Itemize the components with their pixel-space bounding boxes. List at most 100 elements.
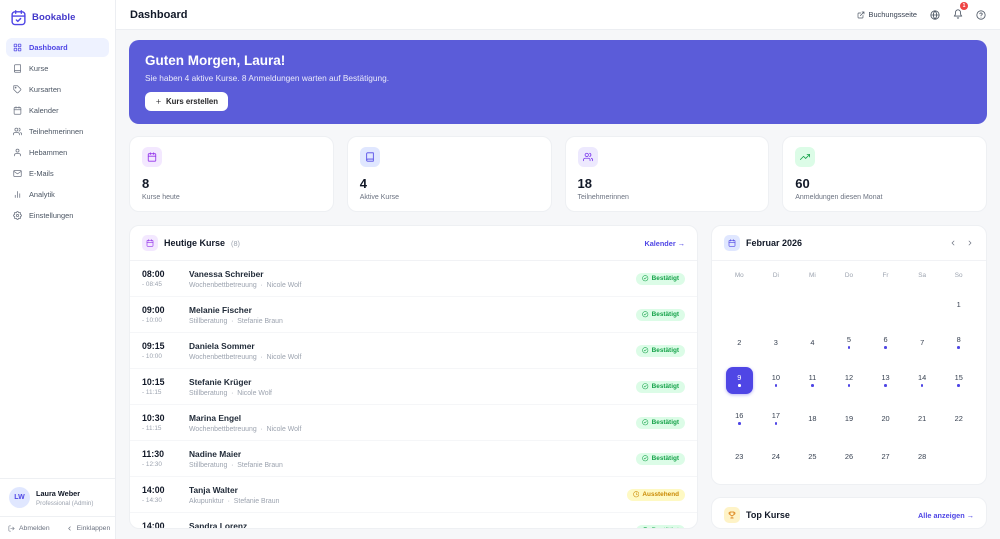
course-row[interactable]: 09:00 - 10:00 Melanie Fischer Stillberatung… [130,297,697,333]
stat-value: 4 [359,176,367,191]
calendar-day-12[interactable]: 12 [835,367,862,394]
stat-card-teilnehmerinnen: 18 Teilnehmerinnen [564,136,770,212]
empty-day-cell [721,285,758,323]
logout-button[interactable]: Abmelden [0,517,58,539]
sidebar-item-label: Einstellungen [29,211,74,220]
participant-name: Marina Engel [189,412,242,423]
help-icon[interactable] [976,9,986,20]
calendar-day-17[interactable]: 17 [762,405,789,432]
sidebar-item-einstellungen[interactable]: Einstellungen [6,206,109,225]
course-row[interactable]: 10:15 - 11:15 Stefanie Krüger Stillberatung… [130,369,697,405]
weekday-label: Do [844,272,854,279]
today-courses-count: (8) [231,238,240,248]
calendar-day-8[interactable]: 8 [945,329,972,356]
course-time: 11:30 [142,449,165,459]
calendar-day-27[interactable]: 27 [872,443,899,470]
check-circle-icon [642,275,649,282]
calendar-day-11[interactable]: 11 [799,367,826,394]
calendar-day-2[interactable]: 2 [726,329,753,356]
course-row[interactable]: 14:00- 15:00Sandra LorenzStillberatung ·… [130,513,697,528]
show-all-link[interactable]: Alle anzeigen → [918,511,974,520]
calendar-next-button[interactable] [966,239,974,247]
calendar-day-5[interactable]: 5 [835,329,862,356]
language-globe-icon[interactable] [930,9,940,20]
book-icon [365,152,375,162]
chevron-left-icon [66,525,73,532]
calendar-day-4[interactable]: 4 [799,329,826,356]
course-end-time: - 14:30 [142,497,162,504]
calendar-day-7[interactable]: 7 [909,329,936,356]
calendar-day-1[interactable]: 1 [945,291,972,318]
calendar-link[interactable]: Kalender → [644,239,685,248]
mail-icon [13,169,22,178]
calendar-day-15[interactable]: 15 [945,367,972,394]
sidebar-item-hebammen[interactable]: Hebammen [6,143,109,162]
calendar-day-24[interactable]: 24 [762,443,789,470]
calendar-day-13[interactable]: 13 [872,367,899,394]
course-row[interactable]: 14:00 - 14:30 Tanja Walter Akupunktur · Ste… [130,477,697,513]
trend-icon [800,152,811,162]
calendar-day-18[interactable]: 18 [799,405,826,432]
status-badge: Bestätigt [636,524,685,528]
event-dot [884,384,887,387]
top-courses-card: Top Kurse Alle anzeigen → 1Stillberatung… [711,497,987,529]
status-badge: Bestätigt [636,452,685,465]
stat-card-aktive-kurse: 4 Aktive Kurse [346,136,552,212]
check-circle-icon [642,527,649,528]
course-row[interactable]: 10:30 - 11:15 Marina Engel Wochenbettbetreu… [130,405,697,441]
participant-name: Stefanie Krüger [189,376,252,387]
calendar-day-20[interactable]: 20 [872,405,899,432]
status-badge: Bestätigt [636,308,685,321]
calendar-icon [728,239,736,247]
plus-icon [155,98,162,105]
sidebar-item-dashboard[interactable]: Dashboard [6,38,109,57]
calendar-day-9[interactable]: 9 [725,366,753,394]
stat-label: Kurse heute [142,194,180,201]
sidebar-item-kalender[interactable]: Kalender [6,101,109,120]
status-badge: Bestätigt [636,344,685,357]
course-row[interactable]: 08:00 - 08:45 Vanessa Schreiber Wochenbettb… [130,261,697,297]
calendar-day-26[interactable]: 26 [835,443,862,470]
calendar-day-14[interactable]: 14 [909,367,936,394]
calendar-day-3[interactable]: 3 [762,329,789,356]
sidebar-item-teilnehmerinnen[interactable]: Teilnehmerinnen [6,122,109,141]
sidebar-item-analytik[interactable]: Analytik [6,185,109,204]
calendar-day-16[interactable]: 16 [726,405,753,432]
course-meta: Stillberatung · Stefanie Braun [189,317,283,325]
sidebar-user[interactable]: LW Laura Weber Professional (Admin) [0,478,115,516]
sidebar-item-kursarten[interactable]: Kursarten [6,80,109,99]
logout-label: Abmelden [19,524,50,532]
gear-icon [13,211,22,220]
status-badge: Bestätigt [636,272,685,285]
clock-icon [633,491,640,498]
chart-icon [13,190,22,199]
notifications-button[interactable]: 1 [953,1,968,24]
sidebar-item-label: Analytik [29,190,55,199]
greeting-banner: Guten Morgen, Laura! Sie haben 4 aktive … [129,40,987,124]
calendar-prev-button[interactable] [949,239,957,247]
calendar-day-10[interactable]: 10 [762,367,789,394]
calendar-day-6[interactable]: 6 [872,329,899,356]
course-row[interactable]: 09:15 - 10:00 Daniela Sommer Wochenbettbetr… [130,333,697,369]
booking-page-link[interactable]: Buchungsseite [857,10,917,19]
collapse-label: Einklappen [76,524,111,532]
collapse-sidebar-button[interactable]: Einklappen [58,517,119,539]
calendar-day-19[interactable]: 19 [835,405,862,432]
empty-day-cell [758,285,795,323]
stat-label: Teilnehmerinnen [577,194,629,201]
user-icon [13,148,22,157]
create-course-button[interactable]: Kurs erstellen [145,92,229,111]
calendar-day-25[interactable]: 25 [799,443,826,470]
grid-icon [13,43,22,52]
calendar-day-21[interactable]: 21 [909,405,936,432]
check-circle-icon [642,311,649,318]
course-row[interactable]: 11:30 - 12:30 Nadine Maier Stillberatung · … [130,441,697,477]
calendar-day-22[interactable]: 22 [945,405,972,432]
sidebar-item-kurse[interactable]: Kurse [6,59,109,78]
sidebar-item-e-mails[interactable]: E-Mails [6,164,109,183]
course-time: 14:00 [142,485,165,495]
calendar-day-28[interactable]: 28 [909,443,936,470]
stat-label: Aktive Kurse [359,194,400,201]
event-dot [957,384,960,387]
calendar-day-23[interactable]: 23 [726,443,753,470]
